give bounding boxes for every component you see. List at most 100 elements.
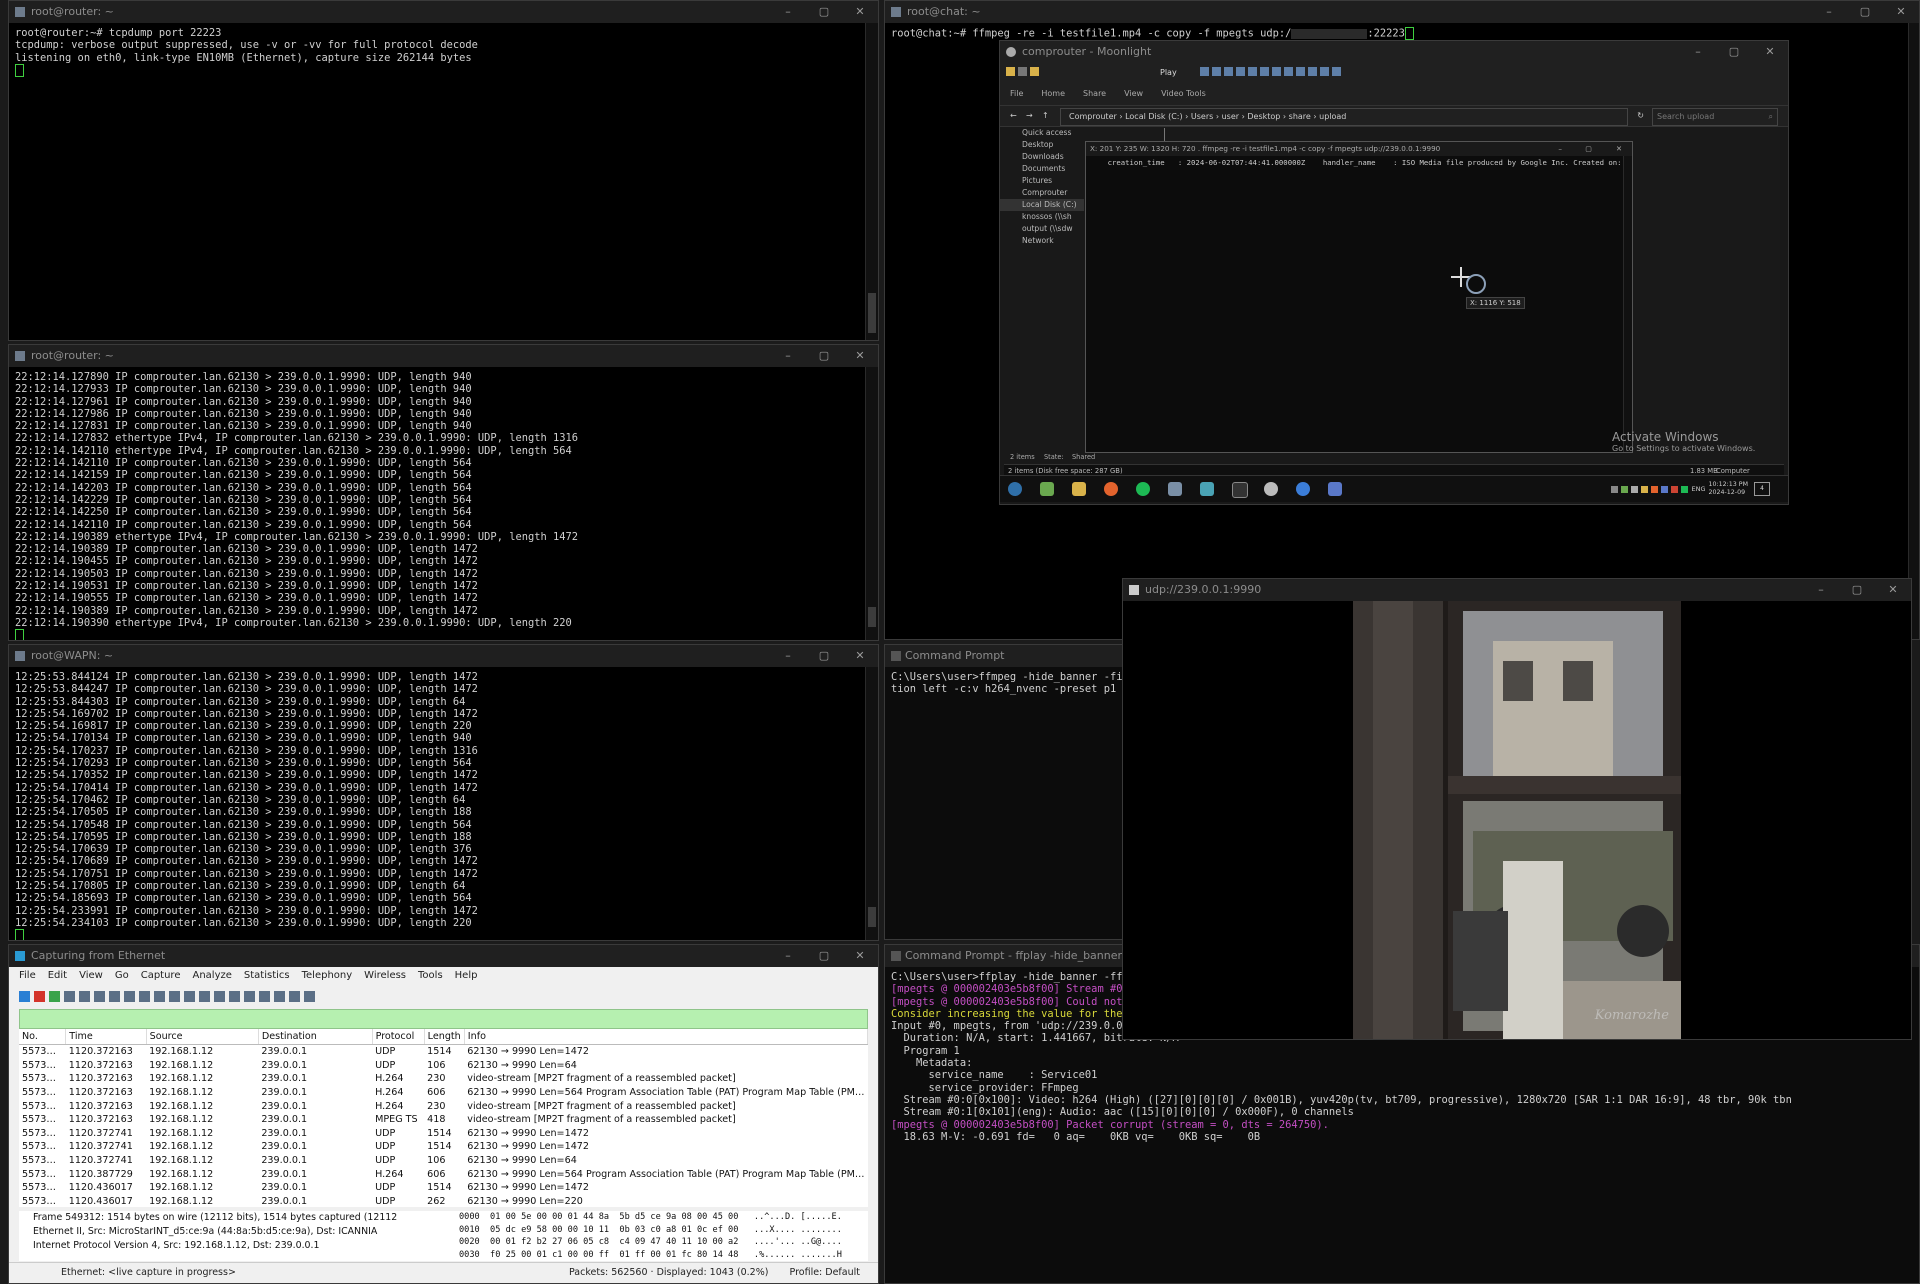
table-row[interactable]: 5573… 1120.372741 192.168.1.12 239.0.0.1 UDP… [19, 1140, 868, 1154]
maximize-icon[interactable]: ▢ [806, 945, 842, 967]
console-app-icon[interactable] [1232, 482, 1248, 498]
breadcrumb-item[interactable]: user [1222, 112, 1239, 121]
scrollbar[interactable] [865, 667, 878, 940]
autoscroll-icon[interactable] [229, 990, 240, 1002]
menu-item-analyze[interactable]: Analyze [192, 967, 231, 985]
titlebar[interactable]: root@WAPN: ~ – ▢ ✕ [9, 645, 878, 667]
first-packet-icon[interactable] [199, 990, 210, 1002]
maximize-icon[interactable]: ▢ [1585, 142, 1592, 156]
console-output[interactable]: creation_time : 2024-06-02T07:44:41.0000… [1086, 156, 1632, 170]
ribbon-tab[interactable]: File [1010, 89, 1023, 98]
maximize-icon[interactable]: ▢ [806, 1, 842, 23]
table-row[interactable]: 5573… 1120.372163 192.168.1.12 239.0.0.1 MPE… [19, 1113, 868, 1127]
menu-item-go[interactable]: Go [115, 967, 129, 985]
settings-tool-icon[interactable] [1200, 482, 1214, 496]
menu-item-capture[interactable]: Capture [141, 967, 181, 985]
back-arrow-icon[interactable]: ← [1010, 106, 1017, 126]
maximize-icon[interactable]: ▢ [806, 645, 842, 667]
drop-icon[interactable] [1296, 482, 1310, 496]
play-tab[interactable]: Play [1160, 68, 1177, 77]
nav-item[interactable]: knossos (\\sh [1000, 211, 1084, 223]
packet-bytes[interactable]: 0000 01 00 5e 00 00 01 44 8a 5b d5 ce 9a… [455, 1211, 868, 1261]
search-box[interactable]: Search upload ⌕ [1652, 108, 1778, 126]
last-packet-icon[interactable] [214, 990, 225, 1002]
ribbon-tool-icon[interactable] [1308, 67, 1317, 76]
new-folder-icon[interactable] [1030, 67, 1039, 76]
detail-row[interactable]: Internet Protocol Version 4, Src: 192.16… [25, 1239, 455, 1253]
titlebar[interactable]: root@router: ~ – ▢ ✕ [9, 1, 878, 23]
nav-item[interactable]: Network [1000, 235, 1084, 247]
zoom-in-icon[interactable] [259, 990, 270, 1002]
nav-item[interactable]: Quick access [1000, 127, 1084, 139]
maximize-icon[interactable]: ▢ [806, 345, 842, 367]
ribbon-tab[interactable]: Share [1083, 89, 1106, 98]
refresh-icon[interactable]: ↻ [1637, 106, 1644, 126]
tray-icon[interactable] [1621, 485, 1629, 493]
breadcrumb-item[interactable]: upload [1319, 112, 1346, 121]
packet-list[interactable]: No. Time Source Destination Protocol Length In… [19, 1029, 868, 1207]
terminal-output[interactable]: 22:12:14.127890 IP comprouter.lan.62130 … [9, 367, 878, 640]
open-file-icon[interactable] [79, 990, 90, 1002]
detail-row[interactable]: Frame 549312: 1514 bytes on wire (12112 … [25, 1211, 455, 1225]
column-header[interactable]: Protocol [372, 1029, 425, 1045]
column-header[interactable]: No. [19, 1029, 67, 1045]
menu-item-view[interactable]: View [79, 967, 103, 985]
properties-icon[interactable] [1018, 67, 1027, 76]
forward-icon[interactable] [169, 990, 180, 1002]
minimize-icon[interactable]: – [770, 945, 806, 967]
restart-capture-icon[interactable] [49, 990, 60, 1002]
tray-icon[interactable] [1661, 485, 1669, 493]
ribbon-tab[interactable]: Home [1041, 89, 1065, 98]
close-icon[interactable]: ✕ [1875, 579, 1911, 601]
menu-item-telephony[interactable]: Telephony [302, 967, 353, 985]
remote-desktop-icon[interactable] [1328, 482, 1342, 496]
maximize-icon[interactable]: ▢ [1839, 579, 1875, 601]
tray-clock[interactable]: 10:12:13 PM 2024-12-09 [1708, 481, 1748, 497]
close-icon[interactable]: ✕ [842, 645, 878, 667]
console-scrollbar[interactable] [1623, 156, 1632, 452]
menu-item-help[interactable]: Help [455, 967, 478, 985]
table-row[interactable]: 5573… 1120.372163 192.168.1.12 239.0.0.1 H.2… [19, 1072, 868, 1086]
tray-icon[interactable] [1671, 485, 1679, 493]
ribbon-tool-icon[interactable] [1284, 67, 1293, 76]
notification-center-icon[interactable]: 4 [1754, 482, 1770, 496]
ribbon-tool-icon[interactable] [1236, 67, 1245, 76]
reload-icon[interactable] [124, 990, 135, 1002]
up-arrow-icon[interactable]: ↑ [1042, 106, 1049, 126]
table-row[interactable]: 5573… 1120.436017 192.168.1.12 239.0.0.1 UDP… [19, 1195, 868, 1207]
packet-details[interactable]: Frame 549312: 1514 bytes on wire (12112 … [19, 1211, 455, 1261]
display-filter-input[interactable] [19, 1009, 868, 1029]
breadcrumb-item[interactable]: Local Disk (C:) [1125, 112, 1183, 121]
table-row[interactable]: 5573… 1120.436017 192.168.1.12 239.0.0.1 UDP… [19, 1181, 868, 1195]
minimize-icon[interactable]: – [770, 345, 806, 367]
tray-icon[interactable] [1681, 485, 1689, 493]
start-orb-icon[interactable] [1008, 482, 1022, 496]
table-row[interactable]: 5573… 1120.372163 192.168.1.12 239.0.0.1 UDP… [19, 1059, 868, 1073]
titlebar[interactable]: Capturing from Ethernet – ▢ ✕ [9, 945, 878, 967]
ffmpeg-console-window[interactable]: X: 201 Y: 235 W: 1320 H: 720 . ffmpeg -r… [1085, 141, 1633, 453]
nav-item[interactable]: Local Disk (C:) [1000, 199, 1084, 211]
breadcrumb-item[interactable]: Users [1191, 112, 1213, 121]
close-icon[interactable]: ✕ [842, 1, 878, 23]
stop-capture-icon[interactable] [34, 990, 45, 1002]
menu-item-edit[interactable]: Edit [48, 967, 67, 985]
tray-icon[interactable] [1641, 485, 1649, 493]
minimize-icon[interactable]: – [1803, 579, 1839, 601]
titlebar[interactable]: Command Prompt [885, 645, 1123, 667]
maximize-icon[interactable]: ▢ [1847, 1, 1883, 23]
go-to-packet-icon[interactable] [184, 990, 195, 1002]
notepad-icon[interactable] [1040, 482, 1054, 496]
firefox-icon[interactable] [1104, 482, 1118, 496]
tray-icon[interactable] [1651, 485, 1659, 493]
hex-row[interactable]: 0010 05 dc e9 58 00 00 10 11 0b 03 c0 a8… [459, 1224, 868, 1237]
terminal-wapn-packets[interactable]: root@WAPN: ~ – ▢ ✕ 12:25:53.844124 IP comp… [8, 644, 879, 941]
table-row[interactable]: 5573… 1120.372163 192.168.1.12 239.0.0.1 H.2… [19, 1086, 868, 1100]
folder-icon[interactable] [1006, 67, 1015, 76]
command-prompt-ffmpeg[interactable]: Command Prompt C:\Users\user>ffmpeg -hid… [884, 644, 1124, 940]
nav-item[interactable]: Documents [1000, 163, 1084, 175]
ribbon-tool-icon[interactable] [1200, 67, 1209, 76]
zoom-out-icon[interactable] [274, 990, 285, 1002]
tray-language[interactable]: ENG [1691, 485, 1705, 493]
menu-item-statistics[interactable]: Statistics [244, 967, 290, 985]
titlebar[interactable]: udp://239.0.0.1:9990 – ▢ ✕ [1123, 579, 1911, 601]
